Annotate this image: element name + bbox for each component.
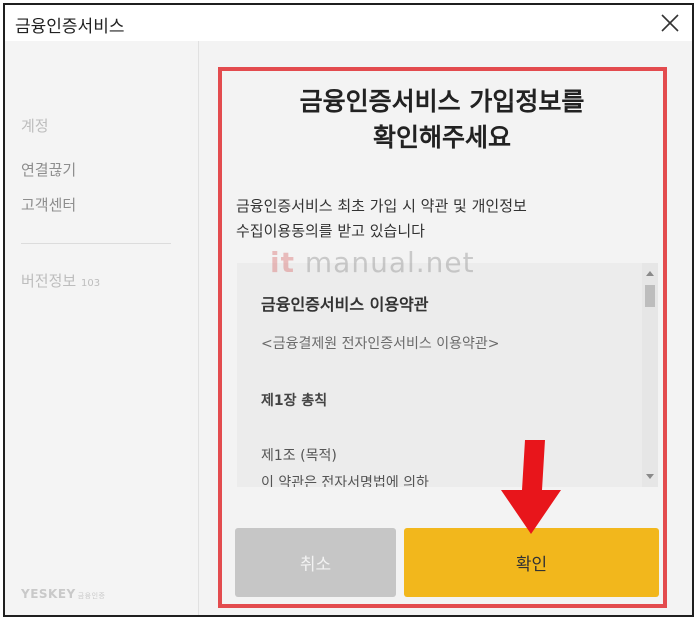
terms-subtitle: <금융결제원 전자인증서비스 이용약관>: [261, 336, 500, 352]
watermark: it manual.net: [270, 246, 475, 279]
sidebar: 계정 연결끊기 고객센터 버전정보 103 YESKEY 금융인증: [5, 41, 199, 615]
confirm-button[interactable]: 확인: [404, 528, 659, 597]
scroll-down-icon[interactable]: [646, 474, 654, 479]
description: 금융인증서비스 최초 가입 시 약관 및 개인정보 수집이용동의를 받고 있습니…: [236, 194, 656, 244]
description-line1: 금융인증서비스 최초 가입 시 약관 및 개인정보: [236, 197, 527, 215]
close-icon[interactable]: [658, 11, 682, 35]
page-title-line1: 금융인증서비스 가입정보를: [299, 87, 585, 116]
window-title: 금융인증서비스: [15, 17, 125, 37]
page-title-line2: 확인해주세요: [372, 123, 511, 152]
version-number: 103: [80, 278, 101, 289]
sidebar-item-account[interactable]: 계정: [21, 115, 49, 136]
scrollbar-thumb[interactable]: [645, 285, 655, 307]
description-line2: 수집이용동의를 받고 있습니다: [236, 222, 425, 240]
title-bar: 금융인증서비스: [5, 5, 692, 41]
brand-name: YESKEY: [21, 587, 76, 601]
scrollbar[interactable]: [642, 263, 658, 487]
watermark-prefix: it: [270, 246, 295, 279]
arrow-down-icon: [501, 440, 561, 534]
version-label: 버전정보: [21, 272, 77, 290]
cancel-button[interactable]: 취소: [235, 528, 396, 597]
sidebar-divider: [21, 243, 171, 244]
brand-logo: YESKEY 금융인증: [21, 587, 105, 601]
scroll-up-icon[interactable]: [646, 271, 654, 276]
sidebar-item-version: 버전정보 103: [21, 270, 100, 291]
terms-scroll-area[interactable]: 금융인증서비스 이용약관 <금융결제원 전자인증서비스 이용약관> 제1장 총칙…: [237, 263, 658, 487]
terms-article: 제1조 (목적): [261, 448, 337, 464]
terms-chapter: 제1장 총칙: [261, 393, 328, 409]
terms-title: 금융인증서비스 이용약관: [261, 295, 429, 314]
sidebar-item-support[interactable]: 고객센터: [21, 194, 76, 215]
brand-sub: 금융인증: [77, 592, 106, 600]
page-title: 금융인증서비스 가입정보를 확인해주세요: [232, 84, 652, 156]
sidebar-item-disconnect[interactable]: 연결끊기: [21, 159, 76, 180]
watermark-text: manual.net: [304, 246, 475, 279]
terms-body: 이 약관은 전자서명법에 의하: [261, 475, 429, 487]
